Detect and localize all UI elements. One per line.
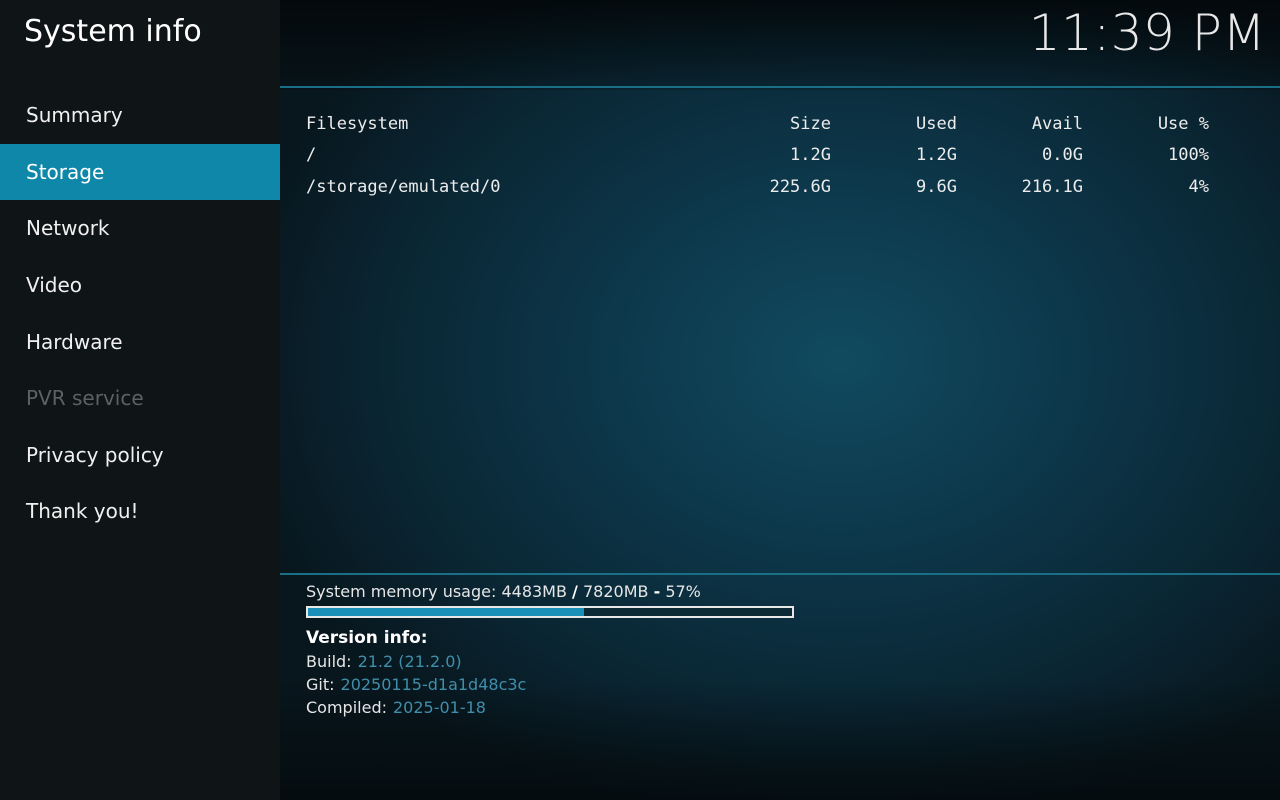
cell-used: 1.2G xyxy=(916,145,957,166)
cell-use-percent: 100% xyxy=(1168,145,1209,166)
sidebar-item-privacy-policy[interactable]: Privacy policy xyxy=(0,427,280,484)
version-compiled-row: Compiled: 2025-01-18 xyxy=(306,698,486,717)
clock: 11:39 PM xyxy=(1028,4,1266,62)
sidebar-item-network[interactable]: Network xyxy=(0,200,280,257)
compiled-label: Compiled: xyxy=(306,698,387,717)
bottom-divider xyxy=(280,573,1280,575)
version-build-row: Build: 21.2 (21.2.0) xyxy=(306,652,462,671)
build-label: Build: xyxy=(306,652,352,671)
git-value: 20250115-d1a1d48c3c xyxy=(340,675,527,694)
sidebar-item-pvr-service: PVR service xyxy=(0,370,280,427)
cell-filesystem: / xyxy=(306,145,317,166)
memory-separator: / xyxy=(572,582,578,601)
sidebar-menu: Summary Storage Network Video Hardware P… xyxy=(0,87,280,540)
cell-filesystem: /storage/emulated/0 xyxy=(306,176,501,197)
sidebar: System info Summary Storage Network Vide… xyxy=(0,0,280,800)
memory-percent: 57% xyxy=(665,582,701,601)
screen: System info Summary Storage Network Vide… xyxy=(0,0,1280,800)
table-row: /storage/emulated/0 225.6G 9.6G 216.1G 4… xyxy=(306,171,1209,203)
column-header-avail: Avail xyxy=(1031,113,1083,134)
memory-used: 4483MB xyxy=(501,582,567,601)
sidebar-item-label: Thank you! xyxy=(26,499,139,524)
sidebar-item-label: Summary xyxy=(26,103,123,128)
compiled-value: 2025-01-18 xyxy=(392,698,486,717)
memory-usage-label: System memory usage: 4483MB / 7820MB - 5… xyxy=(306,582,701,601)
sidebar-item-video[interactable]: Video xyxy=(0,257,280,314)
memory-progress-bar xyxy=(306,606,794,618)
storage-table: Filesystem Size Used Avail Use % / 1.2G … xyxy=(306,108,1209,203)
sidebar-item-summary[interactable]: Summary xyxy=(0,87,280,144)
top-divider xyxy=(280,86,1280,88)
table-row: / 1.2G 1.2G 0.0G 100% xyxy=(306,140,1209,172)
sidebar-item-storage[interactable]: Storage xyxy=(0,143,280,201)
cell-avail: 0.0G xyxy=(1042,145,1083,166)
sidebar-item-hardware[interactable]: Hardware xyxy=(0,313,280,370)
column-header-size: Size xyxy=(790,113,831,134)
sidebar-item-label: Network xyxy=(26,216,110,241)
sidebar-item-label: Storage xyxy=(26,159,105,184)
column-header-filesystem: Filesystem xyxy=(306,113,409,134)
memory-progress-fill xyxy=(308,608,584,616)
page-title: System info xyxy=(24,14,202,49)
sidebar-item-label: Privacy policy xyxy=(26,442,164,467)
cell-avail: 216.1G xyxy=(1021,176,1083,197)
cell-used: 9.6G xyxy=(916,176,957,197)
sidebar-item-label: Video xyxy=(26,273,83,298)
sidebar-item-label: PVR service xyxy=(26,386,144,411)
cell-size: 225.6G xyxy=(769,176,831,197)
memory-total: 7820MB xyxy=(582,582,649,601)
column-header-use-percent: Use % xyxy=(1157,113,1209,134)
version-info-title: Version info: xyxy=(306,628,428,648)
version-git-row: Git: 20250115-d1a1d48c3c xyxy=(306,675,526,694)
memory-dash: - xyxy=(653,582,661,601)
cell-use-percent: 4% xyxy=(1188,176,1209,197)
build-value: 21.2 (21.2.0) xyxy=(357,652,462,671)
sidebar-item-label: Hardware xyxy=(26,329,123,354)
cell-size: 1.2G xyxy=(790,145,831,166)
git-label: Git: xyxy=(306,675,335,694)
table-header-row: Filesystem Size Used Avail Use % xyxy=(306,108,1209,140)
column-header-used: Used xyxy=(916,113,957,134)
memory-prefix: System memory usage: xyxy=(306,582,502,601)
sidebar-item-thank-you[interactable]: Thank you! xyxy=(0,483,280,540)
